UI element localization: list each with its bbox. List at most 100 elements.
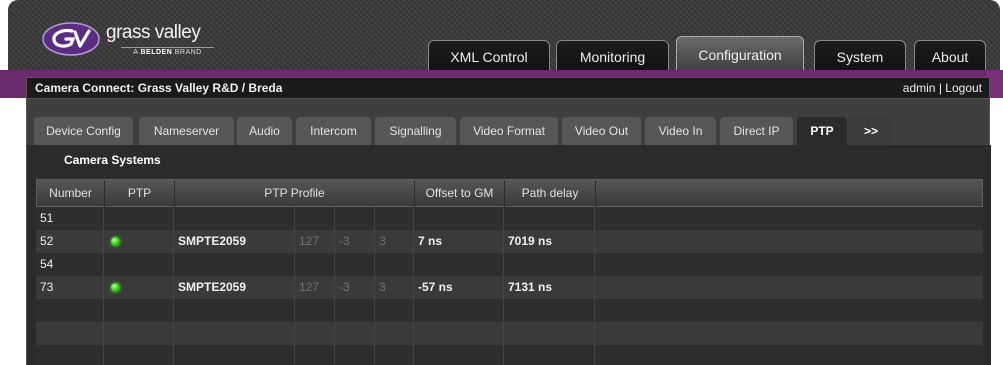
subtab-nameserver[interactable]: Nameserver xyxy=(139,117,234,145)
content-panel: Device Config Nameserver Audio Intercom … xyxy=(26,99,991,365)
cell-profile-priority xyxy=(295,345,335,365)
cell-empty xyxy=(595,207,981,230)
col-ptp-profile[interactable]: PTP Profile xyxy=(175,180,415,207)
subtab-audio[interactable]: Audio xyxy=(237,117,292,145)
cell-ptp xyxy=(104,299,174,322)
table-header: Number PTP PTP Profile Offset to GM Path… xyxy=(36,179,983,207)
sub-tabs: Device Config Nameserver Audio Intercom … xyxy=(27,115,991,145)
cell-ptp xyxy=(104,276,174,299)
cell-number: 51 xyxy=(36,207,104,230)
user-separator: | xyxy=(938,81,942,95)
cell-path-delay: 7019 ns xyxy=(504,230,595,253)
cell-profile-priority xyxy=(295,207,335,230)
camera-systems-section: Camera Systems Number PTP PTP Profile Of… xyxy=(27,145,991,365)
cell-offset: 7 ns xyxy=(414,230,504,253)
cell-profile-domain xyxy=(375,345,414,365)
cell-ptp xyxy=(104,345,174,365)
cell-profile xyxy=(174,322,295,345)
col-empty xyxy=(596,180,982,207)
grass-valley-logo-icon xyxy=(42,22,100,56)
cell-path-delay xyxy=(504,253,595,276)
tab-xml-control[interactable]: XML Control xyxy=(428,40,550,74)
cell-profile-offset xyxy=(335,299,375,322)
section-title: Camera Systems xyxy=(64,153,161,167)
cell-profile xyxy=(174,299,295,322)
cell-offset xyxy=(414,322,504,345)
tab-monitoring[interactable]: Monitoring xyxy=(556,40,669,74)
col-offset-to-gm[interactable]: Offset to GM xyxy=(415,180,505,207)
cell-path-delay xyxy=(504,207,595,230)
cell-number: 54 xyxy=(36,253,104,276)
tab-configuration[interactable]: Configuration xyxy=(676,36,804,74)
cell-empty xyxy=(595,299,981,322)
cell-offset: -57 ns xyxy=(414,276,504,299)
table-row[interactable] xyxy=(36,322,983,345)
page-title: Camera Connect: Grass Valley R&D / Breda xyxy=(35,81,283,95)
subtab-video-out[interactable]: Video Out xyxy=(562,117,641,145)
subtab-video-format[interactable]: Video Format xyxy=(460,117,558,145)
cell-profile: SMPTE2059 xyxy=(174,230,295,253)
user-area: admin | Logout xyxy=(903,81,982,95)
logout-link[interactable]: Logout xyxy=(945,81,982,95)
cell-profile-priority: 127 xyxy=(295,230,335,253)
cell-path-delay: 7131 ns xyxy=(504,276,595,299)
camera-systems-table: Number PTP PTP Profile Offset to GM Path… xyxy=(36,179,983,365)
cell-profile-offset: -3 xyxy=(335,276,375,299)
table-row[interactable]: 73 SMPTE2059 127 -3 3 -57 ns 7131 ns xyxy=(36,276,983,299)
ptp-status-led-icon xyxy=(111,237,120,246)
subtab-direct-ip[interactable]: Direct IP xyxy=(720,117,793,145)
cell-number: 52 xyxy=(36,230,104,253)
cell-profile xyxy=(174,345,295,365)
col-path-delay[interactable]: Path delay xyxy=(505,180,596,207)
tab-about[interactable]: About xyxy=(914,40,986,74)
cell-empty xyxy=(595,230,981,253)
cell-profile-domain: 3 xyxy=(375,276,414,299)
table-row[interactable] xyxy=(36,345,983,365)
table-row[interactable]: 52 SMPTE2059 127 -3 3 7 ns 7019 ns xyxy=(36,230,983,253)
col-number[interactable]: Number xyxy=(37,180,105,207)
cell-profile-offset xyxy=(335,253,375,276)
cell-empty xyxy=(595,253,981,276)
cell-profile-offset xyxy=(335,322,375,345)
title-bar: Camera Connect: Grass Valley R&D / Breda… xyxy=(26,77,990,99)
cell-profile xyxy=(174,253,295,276)
cell-profile: SMPTE2059 xyxy=(174,276,295,299)
table-row[interactable]: 51 xyxy=(36,207,983,230)
cell-path-delay xyxy=(504,345,595,365)
logo-tagline-brand: BELDEN xyxy=(140,49,173,56)
cell-profile-priority xyxy=(295,299,335,322)
cell-profile-offset xyxy=(335,345,375,365)
cell-empty xyxy=(595,322,981,345)
subtab-ptp[interactable]: PTP xyxy=(797,117,847,145)
subtab-intercom[interactable]: Intercom xyxy=(296,117,371,145)
cell-ptp xyxy=(104,207,174,230)
cell-profile-domain xyxy=(375,299,414,322)
subtab-signalling[interactable]: Signalling xyxy=(375,117,456,145)
ptp-status-led-icon xyxy=(111,283,120,292)
cell-ptp xyxy=(104,253,174,276)
logo-tagline-prefix: A xyxy=(133,49,139,56)
cell-profile-priority: 127 xyxy=(295,276,335,299)
cell-offset xyxy=(414,253,504,276)
cell-profile-domain xyxy=(375,253,414,276)
cell-number xyxy=(36,299,104,322)
cell-path-delay xyxy=(504,322,595,345)
cell-offset xyxy=(414,207,504,230)
table-body: 51 52 SMPTE2059 127 -3 3 7 ns 7019 ns 54 73 SMPTE2… xyxy=(36,207,983,365)
subtab-device-config[interactable]: Device Config xyxy=(34,117,133,145)
table-row[interactable] xyxy=(36,299,983,322)
cell-number: 73 xyxy=(36,276,104,299)
header: grass valley A BELDEN BRAND XML Control … xyxy=(8,0,1000,74)
cell-profile-domain xyxy=(375,322,414,345)
subtab-video-in[interactable]: Video In xyxy=(645,117,716,145)
table-row[interactable]: 54 xyxy=(36,253,983,276)
username: admin xyxy=(902,81,936,95)
subtab-more[interactable]: >> xyxy=(849,117,893,145)
tab-system[interactable]: System xyxy=(814,40,906,74)
grass-valley-logo: grass valley A BELDEN BRAND xyxy=(42,20,242,62)
cell-offset xyxy=(414,345,504,365)
cell-empty xyxy=(595,276,981,299)
col-ptp[interactable]: PTP xyxy=(105,180,175,207)
cell-empty xyxy=(595,345,981,365)
app-window: grass valley A BELDEN BRAND XML Control … xyxy=(0,0,1003,365)
